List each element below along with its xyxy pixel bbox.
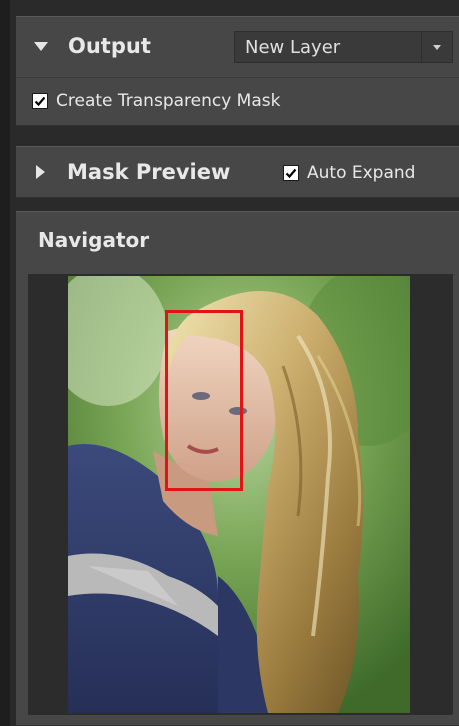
auto-expand-row[interactable]: Auto Expand [283, 163, 415, 183]
left-edge [0, 0, 10, 726]
mask-preview-header[interactable]: Mask Preview [36, 160, 230, 184]
auto-expand-label: Auto Expand [307, 163, 416, 183]
chevron-down-icon [433, 44, 441, 50]
output-title: Output [68, 34, 151, 58]
navigator-panel: Navigator [16, 211, 459, 726]
checkmark-icon [285, 168, 297, 179]
output-select[interactable]: New Layer [234, 31, 453, 63]
mask-preview-title: Mask Preview [67, 160, 231, 184]
mask-preview-panel: Mask Preview Auto Expand [16, 146, 459, 198]
auto-expand-checkbox[interactable] [283, 165, 299, 181]
navigator-view-rectangle[interactable] [165, 310, 243, 491]
create-mask-checkbox[interactable] [32, 93, 48, 109]
output-select-value: New Layer [245, 36, 341, 58]
panel-gap [16, 198, 459, 211]
create-mask-row[interactable]: Create Transparency Mask [32, 91, 280, 111]
output-divider [16, 77, 459, 78]
extract-panel: Output New Layer Create Transparency Mas… [0, 0, 459, 726]
checkmark-icon [34, 96, 46, 107]
panel-gap [16, 126, 459, 146]
output-panel: Output New Layer Create Transparency Mas… [16, 16, 459, 126]
navigator-thumbnail[interactable] [68, 276, 410, 713]
triangle-right-icon[interactable] [36, 165, 45, 179]
navigator-viewport[interactable] [28, 274, 453, 715]
triangle-down-icon[interactable] [34, 41, 48, 51]
output-select-arrow[interactable] [421, 32, 452, 62]
navigator-title: Navigator [38, 228, 150, 252]
output-header[interactable]: Output [34, 34, 151, 58]
create-mask-label: Create Transparency Mask [56, 91, 281, 111]
